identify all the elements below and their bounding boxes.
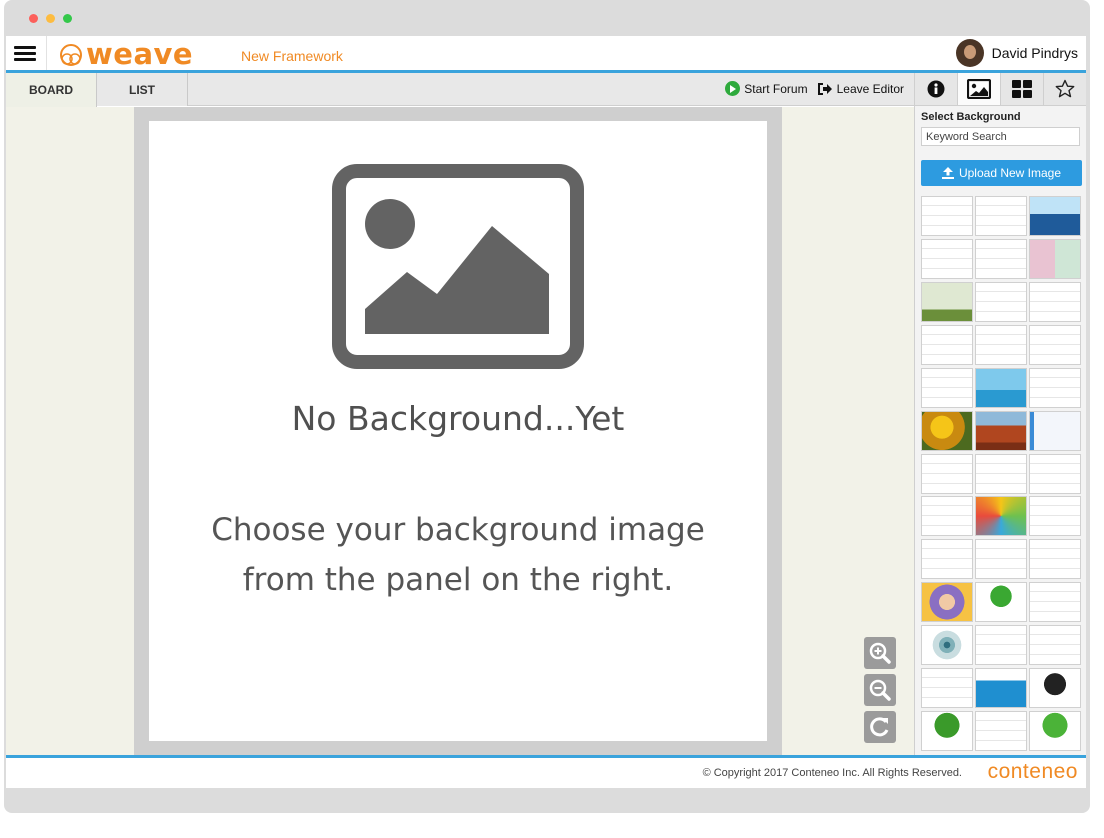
thumbnail-blank-chart[interactable] — [975, 238, 1027, 279]
thumbnail-four-square[interactable] — [921, 324, 973, 365]
user-menu[interactable]: David Pindrys — [955, 39, 1078, 67]
no-background-title: No Background...Yet — [291, 399, 625, 438]
thumbnail-four-quadrant[interactable] — [1029, 625, 1081, 666]
thumbnail-white-tree[interactable] — [975, 711, 1027, 752]
thumbnail-ripple-circles[interactable] — [921, 625, 973, 666]
thumbnail-green-tree-2[interactable] — [1029, 711, 1081, 752]
rotate-icon — [870, 717, 889, 737]
upload-icon — [941, 167, 954, 179]
thumbnail-ship-ocean[interactable] — [975, 668, 1027, 709]
tab-board[interactable]: BOARD — [6, 73, 97, 107]
zoom-controls — [864, 637, 896, 743]
thumbnail-sailboat-ocean[interactable] — [1029, 196, 1081, 236]
framework-title[interactable]: New Framework — [241, 48, 343, 64]
thumbnail-cross-quadrants[interactable] — [1029, 453, 1081, 494]
instruction-line-2: from the panel on the right. — [242, 562, 674, 598]
thumbnail-axis-chart-3[interactable] — [1029, 539, 1081, 580]
thumbnail-blue-grid[interactable] — [1029, 410, 1081, 451]
thumbnail-blank-page[interactable] — [1029, 324, 1081, 365]
leave-editor-label: Leave Editor — [836, 81, 904, 96]
thumbnail-tree-sketch[interactable] — [975, 453, 1027, 494]
maximize-window-button[interactable] — [63, 14, 72, 23]
conteneo-logo[interactable]: conteneo — [988, 760, 1078, 784]
image-placeholder-icon — [332, 164, 584, 369]
thumbnail-blank-notes[interactable] — [921, 238, 973, 279]
thumbnail-sticky-grid[interactable] — [921, 367, 973, 408]
weave-logo[interactable]: weave — [58, 38, 193, 70]
thumbnail-lined-template[interactable] — [921, 453, 973, 494]
board-frame: No Background...Yet Choose your backgrou… — [134, 107, 782, 755]
app-name: weave — [86, 37, 194, 71]
instruction-line-1: Choose your background image — [211, 512, 705, 548]
browser-window: weave New Framework David Pindrys BOARD … — [4, 0, 1090, 813]
panel-title: Select Background — [921, 111, 1021, 123]
thumbnail-axis-chart-2[interactable] — [975, 539, 1027, 580]
board-area[interactable]: No Background...Yet Choose your backgrou… — [6, 107, 914, 755]
weave-app: weave New Framework David Pindrys BOARD … — [6, 36, 1086, 788]
hamburger-menu-icon[interactable] — [14, 43, 36, 63]
sign-out-icon — [817, 82, 832, 95]
thumbnail-quad-grid[interactable] — [1029, 496, 1081, 537]
board-canvas[interactable]: No Background...Yet Choose your backgrou… — [149, 121, 767, 741]
zoom-in-button[interactable] — [864, 637, 896, 669]
thumbnail-table-template[interactable] — [921, 196, 973, 236]
thumbnail-target-diagram[interactable] — [975, 324, 1027, 365]
panel-tabs — [915, 73, 1086, 106]
info-icon — [927, 80, 945, 98]
window-controls — [29, 14, 72, 23]
weave-logo-icon — [60, 44, 82, 66]
thumbnail-tape-roll[interactable] — [921, 496, 973, 537]
thumbnail-worksheet-template[interactable] — [975, 196, 1027, 236]
thumbnail-cartoon-tree[interactable] — [975, 582, 1027, 623]
thumbnail-two-column[interactable] — [1029, 281, 1081, 322]
thumbnail-venn-template[interactable] — [975, 625, 1027, 666]
thumbnail-radial-diagram[interactable] — [1029, 582, 1081, 623]
header-divider — [46, 36, 47, 70]
thumbnail-green-tree[interactable] — [921, 711, 973, 752]
app-footer: © Copyright 2017 Conteneo Inc. All Right… — [6, 758, 1086, 788]
thumbnail-tree-photo[interactable] — [921, 281, 973, 322]
background-thumbnails — [921, 196, 1086, 752]
minimize-window-button[interactable] — [46, 14, 55, 23]
background-panel: Select Background Upload New Image — [914, 73, 1086, 755]
editor-actions: Start Forum Leave Editor — [725, 81, 904, 96]
thumbnail-color-wheel[interactable] — [975, 496, 1027, 537]
thumbnail-blank-lines[interactable] — [921, 668, 973, 709]
thumbnail-red-rock-desert[interactable] — [975, 410, 1027, 451]
start-forum-label: Start Forum — [744, 81, 808, 96]
tab-list[interactable]: LIST — [97, 73, 188, 106]
grid-icon — [1012, 80, 1032, 98]
thumbnail-sunflowers[interactable] — [921, 410, 973, 451]
tab-layouts[interactable] — [1001, 73, 1044, 105]
copyright-text: © Copyright 2017 Conteneo Inc. All Right… — [702, 767, 962, 779]
upload-label: Upload New Image — [958, 166, 1062, 180]
thumbnail-portrait-circle[interactable] — [921, 582, 973, 623]
leave-editor-button[interactable]: Leave Editor — [817, 81, 904, 96]
keyword-search-input[interactable] — [921, 127, 1080, 146]
star-icon — [1055, 79, 1075, 98]
image-icon — [967, 79, 991, 99]
tab-favorites[interactable] — [1044, 73, 1086, 105]
thumbnail-color-quadrants[interactable] — [1029, 238, 1081, 279]
thumbnail-sailboat-sky[interactable] — [975, 367, 1027, 408]
avatar — [955, 39, 984, 67]
zoom-in-icon — [869, 642, 891, 664]
play-icon — [725, 81, 741, 96]
view-tabs-bar: BOARD LIST Start Forum Leave Editor — [6, 73, 914, 107]
user-name: David Pindrys — [991, 45, 1078, 61]
zoom-out-button[interactable] — [864, 674, 896, 706]
zoom-out-icon — [869, 679, 891, 701]
app-header: weave New Framework David Pindrys — [6, 36, 1086, 73]
thumbnail-arrows-template[interactable] — [1029, 367, 1081, 408]
thumbnail-blank-board[interactable] — [975, 281, 1027, 322]
thumbnail-axis-chart[interactable] — [921, 539, 973, 580]
tab-info[interactable] — [915, 73, 958, 105]
start-forum-button[interactable]: Start Forum — [725, 81, 808, 96]
upload-new-image-button[interactable]: Upload New Image — [921, 160, 1082, 186]
no-background-instructions: Choose your background image from the pa… — [149, 505, 767, 605]
tab-backgrounds[interactable] — [958, 73, 1001, 105]
reset-view-button[interactable] — [864, 711, 896, 743]
close-window-button[interactable] — [29, 14, 38, 23]
thumbnail-black-tree[interactable] — [1029, 668, 1081, 709]
